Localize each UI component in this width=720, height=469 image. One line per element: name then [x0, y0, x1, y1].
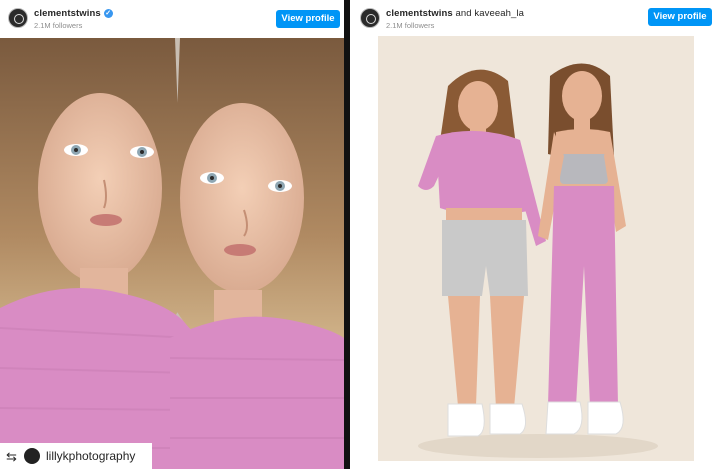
left-username[interactable]: clementstwins ✓ [34, 8, 113, 19]
photo-credit-tag[interactable]: ⇆ lillykphotography [0, 443, 152, 469]
left-view-profile-button[interactable]: View profile [276, 10, 340, 28]
right-username[interactable]: clementstwins and kaveeah_la [386, 8, 524, 19]
right-profile-avatar[interactable] [360, 8, 380, 28]
right-view-profile-button[interactable]: View profile [648, 8, 712, 26]
left-post-header: clementstwins ✓ 2.1M followers View profi… [0, 0, 344, 36]
right-followers-count: 2.1M followers [386, 21, 435, 30]
left-followers-count: 2.1M followers [34, 21, 83, 30]
right-username-text[interactable]: clementstwins [386, 8, 453, 19]
left-profile-avatar[interactable] [8, 8, 28, 28]
credit-avatar [24, 448, 40, 464]
left-instagram-post: clementstwins ✓ 2.1M followers View profi… [0, 0, 344, 469]
repost-icon: ⇆ [6, 449, 17, 464]
verified-icon: ✓ [103, 8, 113, 18]
panel-divider [344, 0, 350, 469]
twins-closeup-image [0, 38, 344, 469]
right-instagram-post: clementstwins and kaveeah_la 2.1M follow… [352, 0, 720, 469]
username-connector: and [452, 8, 475, 19]
right-post-photo[interactable] [378, 36, 694, 461]
credit-username[interactable]: lillykphotography [46, 449, 135, 463]
left-username-text[interactable]: clementstwins [34, 8, 101, 19]
twins-fullbody-image [378, 36, 694, 461]
left-post-photo[interactable]: ⇆ lillykphotography [0, 38, 344, 469]
collaborator-username[interactable]: kaveeah_la [474, 8, 524, 19]
right-post-header: clementstwins and kaveeah_la 2.1M follow… [352, 0, 720, 36]
